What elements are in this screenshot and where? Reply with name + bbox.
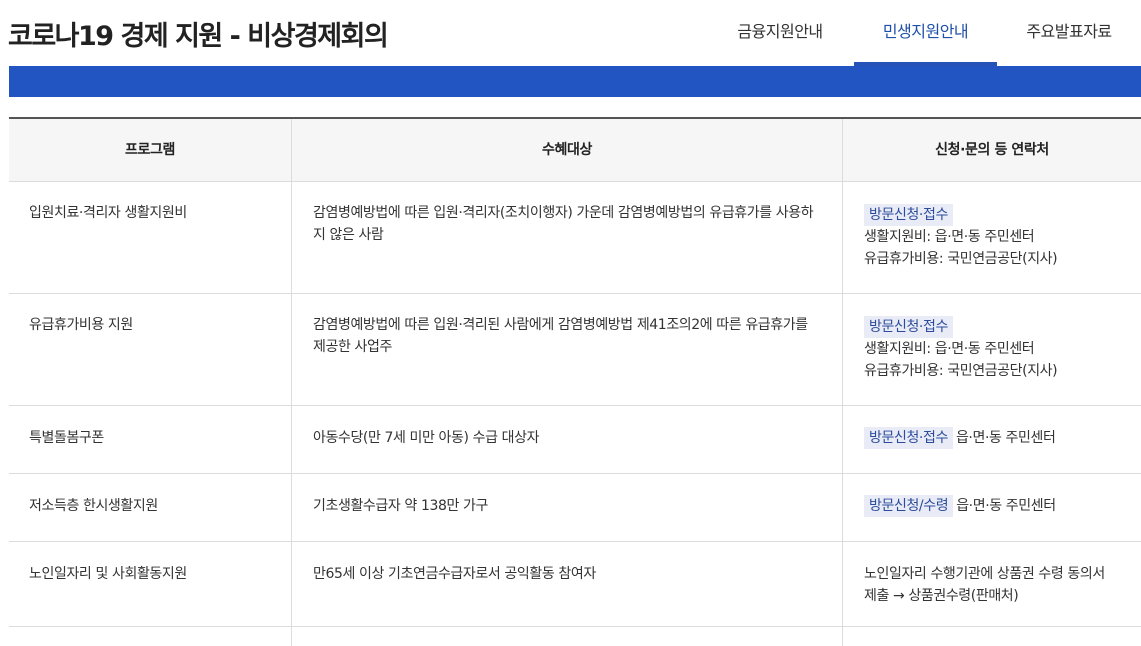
method-badge: 방문신청·접수 bbox=[864, 316, 953, 338]
contact-line: 생활지원비: 읍·면·동 주민센터 bbox=[864, 341, 1035, 357]
contact-line: 생활지원비: 읍·면·동 주민센터 bbox=[864, 229, 1035, 245]
table-row: 입원치료·격리자 생활지원비 감염병예방법에 따른 입원·격리자(조치이행자) … bbox=[9, 182, 1141, 294]
section-banner-bar bbox=[9, 66, 1141, 97]
contact-line: 제출 → 상품권수령(판매처) bbox=[864, 588, 1019, 604]
contact-cell: 노인일자리 수행기관에 상품권 수령 동의서 제출 → 상품권수령(판매처) bbox=[843, 542, 1141, 626]
table-row-partial bbox=[9, 627, 1141, 646]
contact-text: 읍·면·동 주민센터 bbox=[956, 498, 1056, 514]
contact-cell: 방문신청·접수 읍·면·동 주민센터 bbox=[843, 406, 1141, 473]
contact-cell: 방문신청·접수 생활지원비: 읍·면·동 주민센터 유급휴가비용: 국민연금공단… bbox=[843, 294, 1141, 405]
program-cell bbox=[9, 627, 292, 646]
table-row: 저소득층 한시생활지원 기초생활수급자 약 138만 가구 방문신청/수령 읍·면… bbox=[9, 474, 1141, 542]
contact-text: 읍·면·동 주민센터 bbox=[955, 430, 1056, 446]
target-cell bbox=[292, 627, 843, 646]
nav-tab-livelihood-support[interactable]: 민생지원안내 bbox=[854, 0, 997, 66]
top-nav: 금융지원안내 민생지원안내 주요발표자료 bbox=[706, 0, 1141, 66]
program-cell: 특별돌봄구폰 bbox=[9, 406, 292, 473]
contact-cell bbox=[843, 627, 1141, 646]
contact-line: 유급휴가비용: 국민연금공단(지사) bbox=[864, 363, 1058, 379]
table-row: 노인일자리 및 사회활동지원 만65세 이상 기초연금수급자로서 공익활동 참여… bbox=[9, 542, 1141, 627]
nav-tab-finance-support[interactable]: 금융지원안내 bbox=[706, 0, 854, 66]
contact-line: 노인일자리 수행기관에 상품권 수령 동의서 bbox=[864, 566, 1105, 582]
target-cell: 만65세 이상 기초연금수급자로서 공익활동 참여자 bbox=[292, 542, 843, 626]
table-row: 특별돌봄구폰 아동수당(만 7세 미만 아동) 수급 대상자 방문신청·접수 읍·… bbox=[9, 406, 1141, 474]
column-header-target: 수혜대상 bbox=[292, 119, 843, 181]
header: 코로나19 경제 지원 - 비상경제회의 금융지원안내 민생지원안내 주요발표자… bbox=[0, 0, 1141, 66]
support-table: 프로그램 수혜대상 신청·문의 등 연락처 입원치료·격리자 생활지원비 감염병… bbox=[9, 117, 1141, 646]
method-badge: 방문신청·접수 bbox=[864, 204, 953, 226]
target-cell: 감염병예방법에 따른 입원·격리된 사람에게 감염병예방법 제41조의2에 따른… bbox=[292, 294, 843, 405]
page-title: 코로나19 경제 지원 - 비상경제회의 bbox=[8, 21, 389, 52]
program-cell: 노인일자리 및 사회활동지원 bbox=[9, 542, 292, 626]
contact-cell: 방문신청·접수 생활지원비: 읍·면·동 주민센터 유급휴가비용: 국민연금공단… bbox=[843, 182, 1141, 293]
table-row: 유급휴가비용 지원 감염병예방법에 따른 입원·격리된 사람에게 감염병예방법 … bbox=[9, 294, 1141, 406]
table-header-row: 프로그램 수혜대상 신청·문의 등 연락처 bbox=[9, 119, 1141, 182]
contact-cell: 방문신청/수령 읍·면·동 주민센터 bbox=[843, 474, 1141, 541]
nav-tab-announcements[interactable]: 주요발표자료 bbox=[997, 0, 1141, 66]
method-badge: 방문신청/수령 bbox=[864, 495, 954, 517]
method-badge: 방문신청·접수 bbox=[864, 427, 953, 449]
column-header-contact: 신청·문의 등 연락처 bbox=[935, 142, 1049, 158]
column-header-program: 프로그램 bbox=[9, 119, 292, 181]
target-cell: 기초생활수급자 약 138만 가구 bbox=[292, 474, 843, 541]
program-cell: 저소득층 한시생활지원 bbox=[9, 474, 292, 541]
program-cell: 입원치료·격리자 생활지원비 bbox=[9, 182, 292, 293]
target-cell: 감염병예방법에 따른 입원·격리자(조치이행자) 가운데 감염병예방법의 유급휴… bbox=[292, 182, 843, 293]
contact-line: 유급휴가비용: 국민연금공단(지사) bbox=[864, 251, 1058, 267]
program-cell: 유급휴가비용 지원 bbox=[9, 294, 292, 405]
target-cell: 아동수당(만 7세 미만 아동) 수급 대상자 bbox=[292, 406, 843, 473]
